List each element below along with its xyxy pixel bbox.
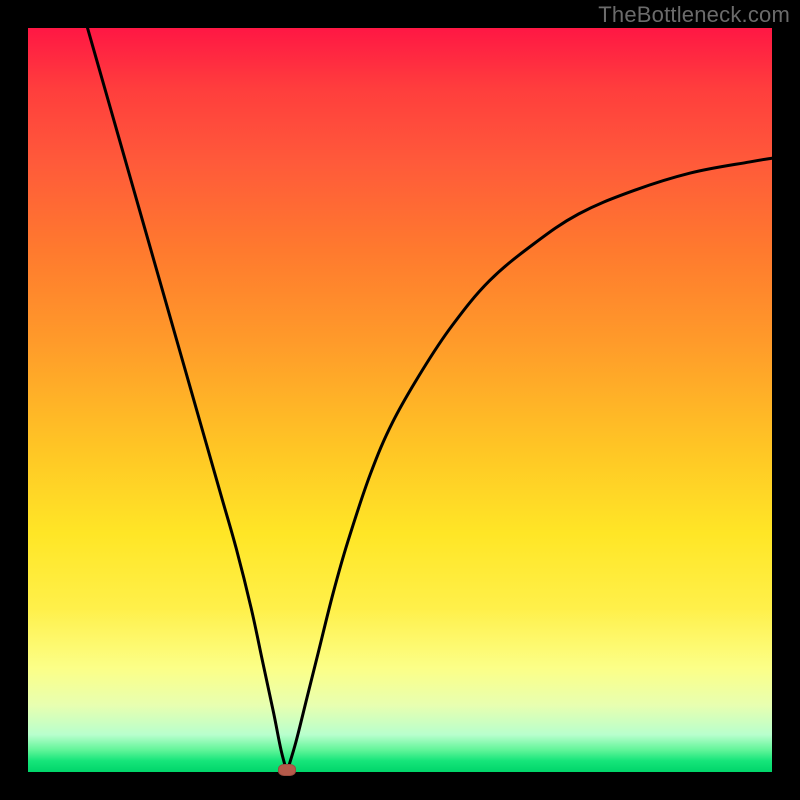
chart-frame: TheBottleneck.com — [0, 0, 800, 800]
series-left-branch — [88, 28, 287, 772]
series-right-branch — [287, 158, 772, 772]
curve-layer — [28, 28, 772, 772]
minimum-marker — [278, 764, 296, 776]
watermark-label: TheBottleneck.com — [598, 2, 790, 28]
plot-area — [28, 28, 772, 772]
